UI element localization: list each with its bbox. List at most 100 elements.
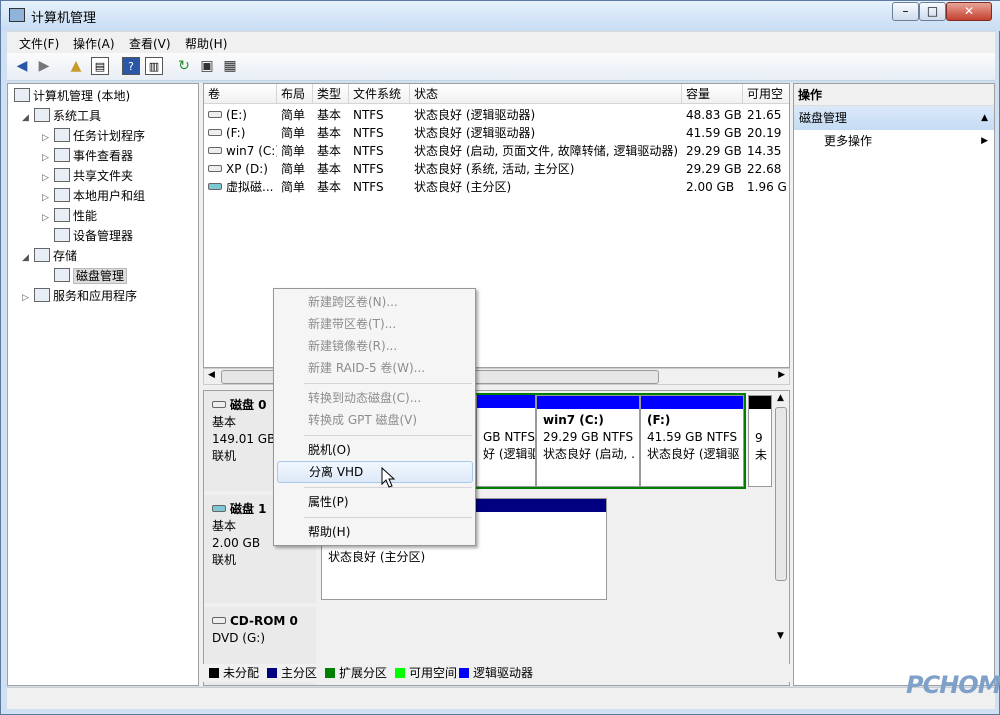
- column-header-free[interactable]: 可用空: [743, 84, 789, 104]
- volume-name-cell[interactable]: XP (D:): [204, 160, 277, 178]
- menu-separator: [304, 383, 472, 384]
- scroll-left-icon[interactable]: ◀: [208, 370, 215, 380]
- cell-text: 状态良好 (逻辑驱动器): [414, 108, 536, 122]
- column-header-volume[interactable]: 卷: [204, 84, 277, 104]
- volume-name-cell[interactable]: (E:): [204, 106, 277, 124]
- legend-free: 可用空间: [395, 667, 457, 679]
- vertical-scrollbar[interactable]: ▲ ▼: [773, 391, 789, 685]
- device-manager-icon: [54, 228, 70, 242]
- column-header-layout[interactable]: 布局: [277, 84, 313, 104]
- cell-text: 22.68: [747, 162, 782, 176]
- scroll-down-icon[interactable]: ▼: [777, 631, 784, 641]
- menu-convert-gpt[interactable]: 转换成 GPT 磁盘(V): [277, 409, 473, 431]
- content-area: 计算机管理 (本地) ◢ 系统工具 ▷ 任务计划程序 ▷ 事件查看器 ▷ 共享文件夹 ▷…: [7, 83, 995, 686]
- more-actions[interactable]: 更多操作 ▶: [794, 130, 994, 152]
- tree-item-shared-folders[interactable]: ▷ 共享文件夹: [42, 166, 133, 186]
- back-arrow-icon[interactable]: ◀: [13, 57, 31, 75]
- menu-help[interactable]: 帮助(H): [277, 521, 473, 543]
- tree-item-event-viewer[interactable]: ▷ 事件查看器: [42, 146, 133, 166]
- table-cell: 状态良好 (主分区): [410, 178, 682, 196]
- show-hide-action-pane-icon[interactable]: ▥: [145, 57, 163, 75]
- expand-icon[interactable]: ▷: [42, 208, 54, 228]
- collapse-up-icon[interactable]: ▲: [981, 106, 988, 130]
- table-cell: 2.00 GB: [682, 178, 743, 196]
- cell-text: (E:): [226, 108, 247, 122]
- disk-name: CD-ROM 0: [230, 614, 298, 628]
- maximize-button[interactable]: □: [919, 2, 946, 21]
- table-cell: 状态良好 (启动, 页面文件, 故障转储, 逻辑驱动器): [410, 142, 682, 160]
- tree-item-local-users[interactable]: ▷ 本地用户和组: [42, 186, 145, 206]
- cell-text: 基本: [317, 162, 342, 176]
- menu-bar: 文件(F) 操作(A) 查看(V) 帮助(H): [7, 31, 995, 53]
- vhd-disk-icon: [212, 505, 226, 512]
- actions-section-disk-management[interactable]: 磁盘管理 ▲: [794, 106, 994, 130]
- menu-convert-dynamic[interactable]: 转换到动态磁盘(C)...: [277, 387, 473, 409]
- toolbar: ◀ ▶ ▲ ▤ ? ▥ ↻ ▣ ▦: [7, 53, 995, 81]
- table-cell: 22.68: [743, 160, 789, 178]
- tree-item-device-manager[interactable]: 设备管理器: [54, 226, 133, 246]
- up-folder-icon[interactable]: ▲: [67, 57, 85, 75]
- column-header-filesystem[interactable]: 文件系统: [349, 84, 410, 104]
- volume-name-cell[interactable]: (F:): [204, 124, 277, 142]
- volume-name-cell[interactable]: win7 (C:): [204, 142, 277, 160]
- cell-text: 简单: [281, 180, 306, 194]
- tree-item-storage[interactable]: ◢ 存储: [22, 246, 77, 266]
- help-icon[interactable]: ?: [122, 57, 140, 75]
- scroll-up-icon[interactable]: ▲: [777, 393, 784, 403]
- volume-name-cell[interactable]: 虚拟磁...: [204, 178, 277, 196]
- column-header-status[interactable]: 状态: [410, 84, 682, 104]
- forward-arrow-icon[interactable]: ▶: [35, 57, 53, 75]
- tree-root[interactable]: 计算机管理 (本地): [14, 86, 130, 106]
- tree-item-system-tools[interactable]: ◢ 系统工具: [22, 106, 101, 126]
- table-cell: 状态良好 (系统, 活动, 主分区): [410, 160, 682, 178]
- expand-icon[interactable]: ▷: [42, 168, 54, 188]
- menu-offline[interactable]: 脱机(O): [277, 439, 473, 461]
- show-hide-tree-icon[interactable]: ▤: [91, 57, 109, 75]
- expand-icon[interactable]: ▷: [22, 288, 34, 308]
- menu-view[interactable]: 查看(V): [129, 35, 171, 52]
- title-bar: 计算机管理 – □ ✕: [1, 1, 1000, 31]
- menu-new-mirrored-volume[interactable]: 新建镜像卷(R)...: [277, 335, 473, 357]
- cell-text: 1.96 G: [747, 180, 787, 194]
- menu-new-spanned-volume[interactable]: 新建跨区卷(N)...: [277, 291, 473, 313]
- menu-properties[interactable]: 属性(P): [277, 491, 473, 513]
- expand-icon[interactable]: ▷: [42, 128, 54, 148]
- window-title: 计算机管理: [31, 11, 97, 26]
- minimize-button[interactable]: –: [892, 2, 919, 21]
- cell-text: 简单: [281, 162, 306, 176]
- scroll-right-icon[interactable]: ▶: [778, 370, 785, 380]
- table-cell: 20.19: [743, 124, 789, 142]
- column-header-type[interactable]: 类型: [313, 84, 349, 104]
- services-icon: [34, 288, 50, 302]
- menu-detach-vhd[interactable]: 分离 VHD: [277, 461, 473, 483]
- swatch: [267, 668, 277, 678]
- properties-icon[interactable]: ▣: [198, 57, 216, 75]
- column-header-capacity[interactable]: 容量: [682, 84, 743, 104]
- table-cell: 29.29 GB: [682, 142, 743, 160]
- actions-pane: 操作 磁盘管理 ▲ 更多操作 ▶: [793, 83, 995, 686]
- scroll-thumb[interactable]: [775, 407, 787, 581]
- tree-label: 系统工具: [53, 109, 102, 123]
- legend: 未分配 主分区 扩展分区 可用空间 逻辑驱动器: [203, 664, 790, 682]
- tree-item-disk-management[interactable]: 磁盘管理: [54, 266, 128, 286]
- collapse-icon[interactable]: ◢: [22, 248, 34, 268]
- expand-icon[interactable]: ▷: [42, 148, 54, 168]
- menu-new-striped-volume[interactable]: 新建带区卷(T)...: [277, 313, 473, 335]
- collapse-icon[interactable]: ◢: [22, 108, 34, 128]
- cell-text: 29.29 GB: [686, 144, 742, 158]
- cell-text: 简单: [281, 144, 306, 158]
- menu-new-raid5-volume[interactable]: 新建 RAID-5 卷(W)...: [277, 357, 473, 379]
- menu-action[interactable]: 操作(A): [73, 35, 115, 52]
- menu-help[interactable]: 帮助(H): [185, 35, 227, 52]
- disk-icon: [212, 401, 226, 408]
- export-list-icon[interactable]: ▦: [221, 57, 239, 75]
- partition-d-partial[interactable]: 9 未: [748, 395, 772, 487]
- expand-icon[interactable]: ▷: [42, 188, 54, 208]
- menu-file[interactable]: 文件(F): [19, 35, 59, 52]
- tree-item-services-apps[interactable]: ▷ 服务和应用程序: [22, 286, 137, 306]
- tree-item-performance[interactable]: ▷ 性能: [42, 206, 97, 226]
- tree-item-task-scheduler[interactable]: ▷ 任务计划程序: [42, 126, 145, 146]
- refresh-icon[interactable]: ↻: [175, 57, 193, 75]
- close-button[interactable]: ✕: [946, 2, 992, 21]
- table-cell: 基本: [313, 160, 349, 178]
